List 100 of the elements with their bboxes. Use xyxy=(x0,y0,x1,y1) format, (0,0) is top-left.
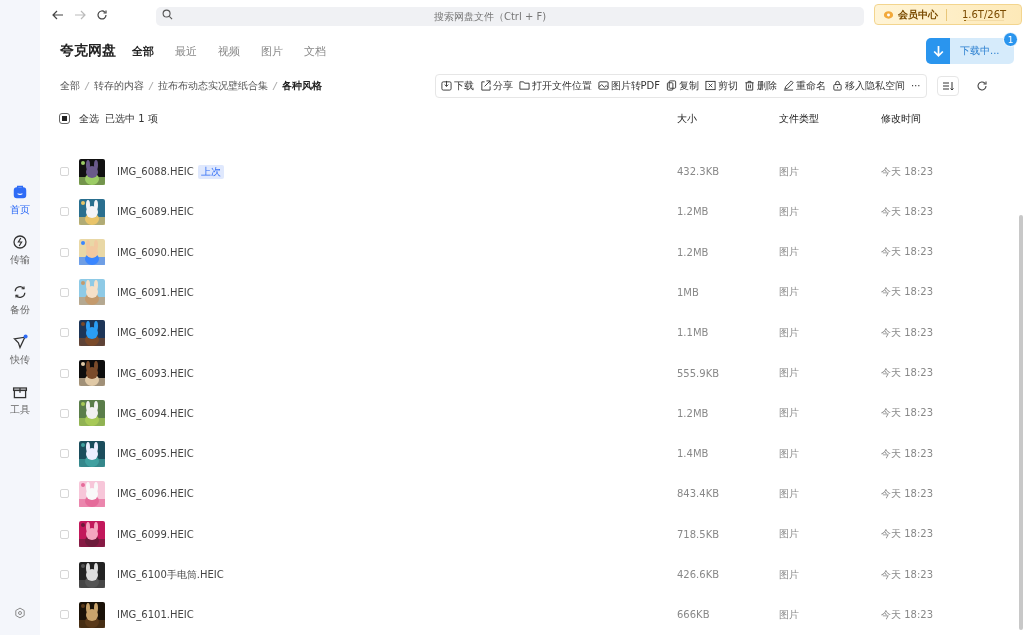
tab[interactable]: 文档 xyxy=(304,43,326,59)
forward-icon[interactable] xyxy=(74,8,86,21)
count-badge: 1 xyxy=(1003,32,1018,48)
table-cell-text: 今天 18:23 xyxy=(881,406,934,421)
toolbar-button[interactable]: 删除 xyxy=(741,78,780,93)
sidebar-item[interactable]: 备份 xyxy=(10,284,30,317)
row-checkbox[interactable] xyxy=(60,570,69,580)
row-checkbox[interactable] xyxy=(60,207,69,217)
table-cell-text: 1MB xyxy=(677,287,700,298)
image-icon xyxy=(597,80,609,92)
row-checkbox[interactable] xyxy=(60,288,69,297)
back-icon[interactable] xyxy=(52,8,64,21)
toolbar-button[interactable]: 复制 xyxy=(663,78,702,93)
table-cell-text: 今天 18:23 xyxy=(881,164,934,179)
more-button[interactable]: ⋯ xyxy=(908,80,924,92)
refresh-icon[interactable] xyxy=(976,79,988,92)
row-checkbox[interactable] xyxy=(60,247,69,257)
share-icon xyxy=(479,80,491,92)
file-name[interactable]: IMG_6100手电筒.HEIC xyxy=(117,567,224,582)
table-cell-text: 图片 xyxy=(779,204,800,219)
table-cell-text: 图片 xyxy=(779,285,800,300)
breadcrumb-link[interactable]: 拉布布动态实况壁纸合集 xyxy=(158,78,268,93)
file-name[interactable]: IMG_6090.HEIC xyxy=(117,246,194,258)
breadcrumb-separator xyxy=(84,80,90,91)
breadcrumb-link[interactable]: 转存的内容 xyxy=(94,78,144,93)
copy-icon xyxy=(666,80,677,92)
row-checkbox[interactable] xyxy=(60,489,69,499)
table-cell-text: 今天 18:23 xyxy=(881,245,934,260)
table-cell-text: 432.3KB xyxy=(677,166,721,178)
table-cell-text: 图片 xyxy=(779,607,800,622)
table-cell-text: 图片 xyxy=(779,446,800,461)
table-cell-text: 今天 18:23 xyxy=(881,204,934,219)
toolbar-button[interactable]: 移入隐私空间 xyxy=(829,78,908,93)
toolbar-button[interactable]: 剪切 xyxy=(702,78,741,93)
file-name[interactable]: IMG_6096.HEIC xyxy=(117,488,194,500)
tab[interactable]: 视频 xyxy=(218,43,240,59)
tab[interactable]: 最近 xyxy=(175,43,197,59)
sidebar-item[interactable]: 工具 xyxy=(10,384,30,417)
table-cell-text: 今天 18:23 xyxy=(881,366,934,381)
table-cell-text: 今天 18:23 xyxy=(881,527,934,542)
file-name[interactable]: IMG_6092.HEIC xyxy=(117,327,194,339)
table-cell-text: 今天 18:23 xyxy=(881,567,934,582)
row-checkbox[interactable] xyxy=(60,368,69,378)
toolbar-button[interactable]: 打开文件位置 xyxy=(515,78,595,93)
row-checkbox[interactable] xyxy=(60,328,69,338)
last-viewed-badge: 上次 xyxy=(197,164,224,179)
sort-button[interactable] xyxy=(937,75,959,96)
table-cell-text: 718.5KB xyxy=(677,528,721,540)
toolbar-button[interactable]: 分享 xyxy=(476,78,516,93)
tab[interactable]: 全部 xyxy=(132,43,154,59)
delete-icon xyxy=(744,80,755,92)
table-cell-text: 666KB xyxy=(677,609,711,621)
table-cell-text: 图片 xyxy=(779,406,800,421)
download-icon xyxy=(440,80,452,92)
settings-icon[interactable] xyxy=(14,607,26,619)
sidebar-item[interactable]: 传输 xyxy=(10,234,30,267)
refresh-icon[interactable] xyxy=(96,8,108,21)
table-cell-text: 1.2MB xyxy=(677,246,710,258)
lock-icon xyxy=(832,80,843,92)
file-name[interactable]: IMG_6094.HEIC xyxy=(117,407,194,419)
coin-icon xyxy=(883,9,894,21)
select-all-checkbox[interactable] xyxy=(60,114,69,124)
table-cell-text: 今天 18:23 xyxy=(881,607,934,622)
table-cell-text: 843.4KB xyxy=(677,488,721,500)
search-field[interactable]: 搜索网盘文件（Ctrl + F) xyxy=(156,7,864,27)
breadcrumb-link[interactable]: 全部 xyxy=(60,78,80,93)
file-name[interactable]: IMG_6101.HEIC xyxy=(117,609,194,621)
column-header[interactable]: 修改时间 xyxy=(881,111,1024,126)
table-cell-text: 1.1MB xyxy=(677,327,710,339)
row-checkbox[interactable] xyxy=(60,408,69,418)
file-name[interactable]: IMG_6088.HEIC xyxy=(117,166,194,178)
toolbar-button[interactable]: 重命名 xyxy=(780,78,829,93)
column-header[interactable]: 文件类型 xyxy=(779,111,881,126)
table-cell-text: 555.9KB xyxy=(677,367,721,379)
scrollbar[interactable] xyxy=(1019,215,1023,630)
sidebar-item[interactable]: 快传 xyxy=(10,334,30,367)
toolbar-button[interactable]: 图片转PDF xyxy=(594,78,663,93)
download-icon xyxy=(931,44,945,58)
file-name[interactable]: IMG_6089.HEIC xyxy=(117,206,194,218)
file-name[interactable]: IMG_6095.HEIC xyxy=(117,448,194,460)
row-checkbox[interactable] xyxy=(60,449,69,459)
file-name[interactable]: IMG_6091.HEIC xyxy=(117,287,194,298)
cut-icon xyxy=(705,80,716,92)
row-checkbox[interactable] xyxy=(60,529,69,539)
select-all-label[interactable]: 全选 xyxy=(79,111,99,126)
tab[interactable]: 图片 xyxy=(261,43,283,59)
table-cell-text: 今天 18:23 xyxy=(881,325,934,340)
sort-icon xyxy=(942,79,954,92)
sidebar-item[interactable]: 首页 xyxy=(10,184,30,217)
column-header[interactable]: 大小 xyxy=(677,111,779,126)
table-cell-text: 图片 xyxy=(779,527,800,542)
table-cell-text: 图片 xyxy=(779,325,800,340)
table-cell-text: 1.4MB xyxy=(677,448,710,460)
toolbar-button[interactable]: 下载 xyxy=(437,78,477,93)
row-checkbox[interactable] xyxy=(60,610,69,620)
table-cell-text: 1.2MB xyxy=(677,407,710,419)
member-center-button[interactable]: 会员中心 1.6T/26T xyxy=(874,4,1022,26)
row-checkbox[interactable] xyxy=(60,167,69,177)
file-name[interactable]: IMG_6093.HEIC xyxy=(117,367,194,379)
file-name[interactable]: IMG_6099.HEIC xyxy=(117,528,194,540)
